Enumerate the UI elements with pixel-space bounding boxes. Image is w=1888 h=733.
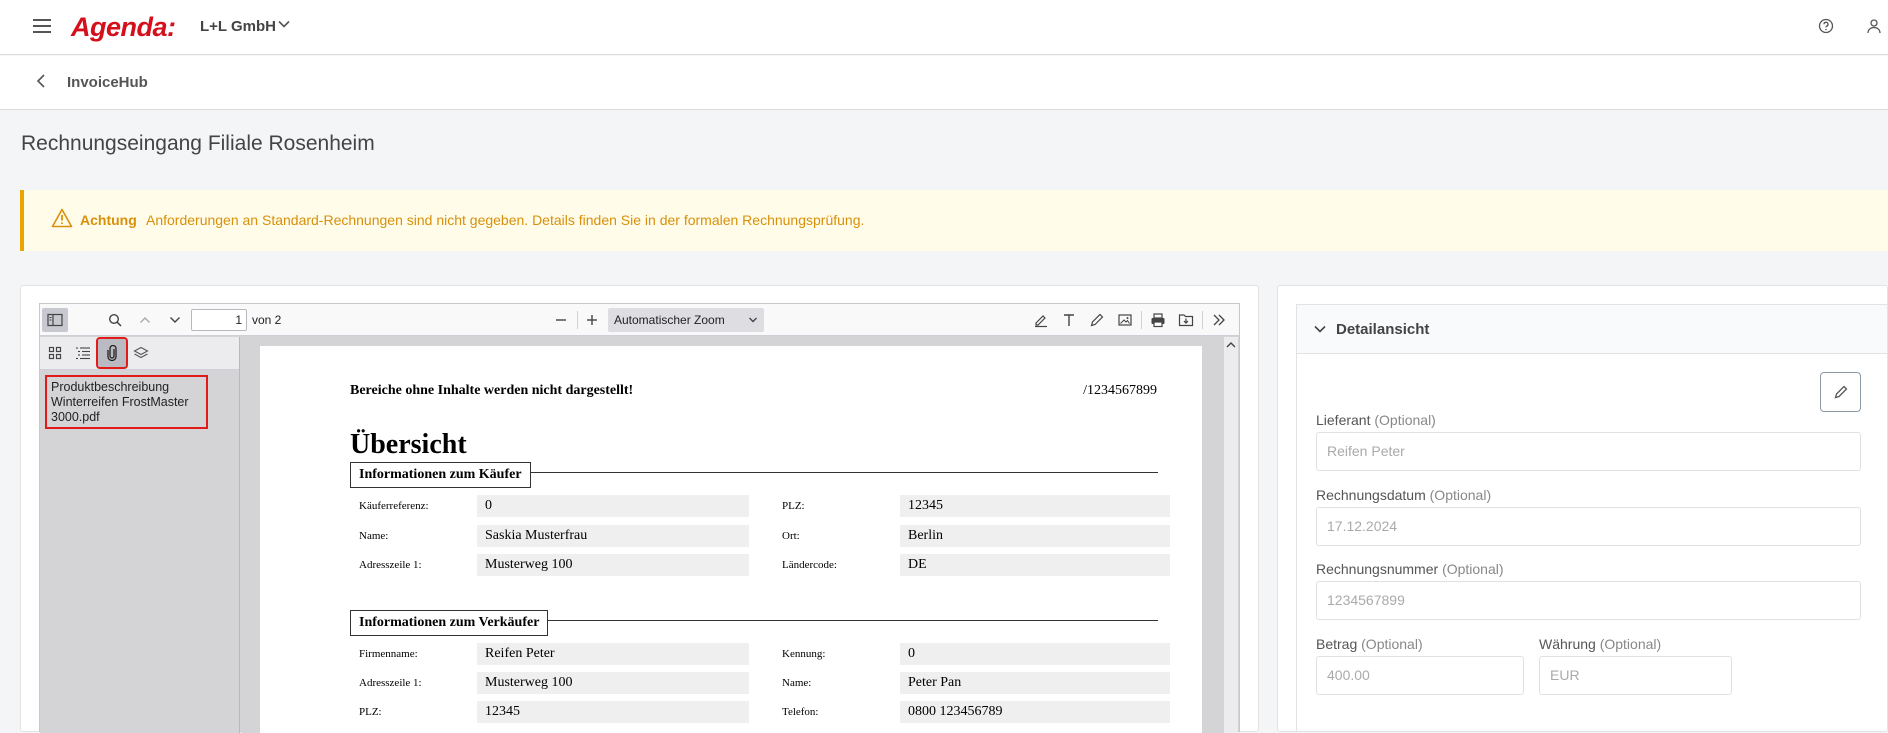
field-value: 12345 xyxy=(900,495,1170,517)
warning-icon xyxy=(51,208,73,228)
field-value: 0 xyxy=(477,495,749,517)
field-label: Ländercode: xyxy=(782,559,837,571)
field-value: 0800 123456789 xyxy=(900,701,1170,723)
back-icon[interactable] xyxy=(34,73,48,89)
seller-section-title: Informationen zum Verkäufer xyxy=(350,610,549,636)
pdf-toolbar: 1 von 2 Automatischer Zoom xyxy=(40,304,1239,336)
field-label: Telefon: xyxy=(782,706,819,718)
field-label: PLZ: xyxy=(359,706,382,718)
image-icon[interactable] xyxy=(1112,308,1138,332)
amount-label: Betrag (Optional) xyxy=(1316,636,1423,652)
zoom-select[interactable]: Automatischer Zoom xyxy=(608,308,764,332)
invoice-number-field[interactable]: 1234567899 xyxy=(1316,581,1861,620)
field-label: Ort: xyxy=(782,530,800,542)
detail-accordion-header[interactable]: Detailansicht xyxy=(1296,304,1888,354)
field-label: Firmenname: xyxy=(359,648,418,660)
field-value: Saskia Musterfrau xyxy=(477,525,749,547)
thumbnails-icon[interactable] xyxy=(41,339,69,367)
toolbar-divider xyxy=(577,311,578,329)
supplier-label: Lieferant (Optional) xyxy=(1316,412,1436,428)
pencil-icon xyxy=(1834,385,1847,399)
user-icon[interactable] xyxy=(1866,18,1882,34)
toolbar-divider xyxy=(1202,311,1203,329)
field-label: Käuferreferenz: xyxy=(359,500,429,512)
alert-heading: Achtung xyxy=(80,212,137,228)
scroll-up-icon[interactable] xyxy=(1226,341,1236,349)
page-count-label: von 2 xyxy=(252,313,282,327)
field-label: Name: xyxy=(359,530,389,542)
field-value: Reifen Peter xyxy=(477,643,749,665)
print-icon[interactable] xyxy=(1145,308,1171,332)
more-tools-icon[interactable] xyxy=(1206,308,1232,332)
field-label: Adresszeile 1: xyxy=(359,677,422,689)
zoom-out-icon[interactable] xyxy=(548,308,574,332)
document-heading: Übersicht xyxy=(350,429,467,460)
alert-message: Anforderungen an Standard-Rechnungen sin… xyxy=(146,212,865,228)
top-bar: Agenda: L+L GmbH xyxy=(0,0,1888,55)
field-value: DE xyxy=(900,554,1170,576)
currency-label: Währung (Optional) xyxy=(1539,636,1662,652)
supplier-field[interactable]: Reifen Peter xyxy=(1316,432,1861,471)
draw-icon[interactable] xyxy=(1084,308,1110,332)
currency-field[interactable]: EUR xyxy=(1539,656,1732,695)
amount-field[interactable]: 400.00 xyxy=(1316,656,1524,695)
attachment-item[interactable]: Produktbeschreibung Winterreifen FrostMa… xyxy=(45,375,208,429)
field-value: Berlin xyxy=(900,525,1170,547)
zoom-value: Automatischer Zoom xyxy=(614,313,725,327)
document-reference: /1234567899 xyxy=(1083,383,1157,398)
help-icon[interactable] xyxy=(1818,18,1834,34)
pdf-viewer: 1 von 2 Automatischer Zoom Produktbeschr… xyxy=(39,303,1240,733)
document-note: Bereiche ohne Inhalte werden nicht darge… xyxy=(350,383,634,398)
buyer-section-title: Informationen zum Käufer xyxy=(350,462,531,488)
field-value: 0 xyxy=(900,643,1170,665)
pdf-sidebar: Produktbeschreibung Winterreifen FrostMa… xyxy=(40,337,240,733)
chevron-down-icon xyxy=(749,317,757,323)
search-icon[interactable] xyxy=(102,308,128,332)
attachments-icon[interactable] xyxy=(96,337,128,369)
invoice-date-label: Rechnungsdatum (Optional) xyxy=(1316,487,1492,503)
field-value: Musterweg 100 xyxy=(477,554,749,576)
field-value: Musterweg 100 xyxy=(477,672,749,694)
detail-title: Detailansicht xyxy=(1336,321,1430,338)
toolbar-divider xyxy=(1141,311,1142,329)
chevron-down-icon[interactable] xyxy=(277,17,291,31)
outline-icon[interactable] xyxy=(69,339,97,367)
page-title: Rechnungseingang Filiale Rosenheim xyxy=(21,132,375,155)
next-page-icon[interactable] xyxy=(162,308,188,332)
app-title[interactable]: InvoiceHub xyxy=(67,74,148,91)
invoice-number-label: Rechnungsnummer (Optional) xyxy=(1316,561,1504,577)
save-icon[interactable] xyxy=(1173,308,1199,332)
field-label: Adresszeile 1: xyxy=(359,559,422,571)
agenda-logo[interactable]: Agenda: xyxy=(71,12,176,43)
sidebar-toolbar xyxy=(40,337,239,370)
invoice-date-field[interactable]: 17.12.2024 xyxy=(1316,507,1861,546)
menu-icon[interactable] xyxy=(33,19,51,33)
sub-header: InvoiceHub xyxy=(0,56,1888,110)
field-label: PLZ: xyxy=(782,500,805,512)
warning-alert: Achtung Anforderungen an Standard-Rechnu… xyxy=(20,190,1888,251)
pdf-scrollbar[interactable] xyxy=(1224,337,1238,733)
company-selector-label[interactable]: L+L GmbH xyxy=(200,18,276,35)
sidebar-toggle-icon[interactable] xyxy=(42,308,68,332)
field-value: Peter Pan xyxy=(900,672,1170,694)
highlight-icon[interactable] xyxy=(1028,308,1054,332)
chevron-down-icon xyxy=(1314,325,1326,333)
page-number-input[interactable]: 1 xyxy=(191,309,247,331)
field-label: Kennung: xyxy=(782,648,826,660)
pdf-document-area: Bereiche ohne Inhalte werden nicht darge… xyxy=(241,337,1238,733)
field-label: Name: xyxy=(782,677,812,689)
zoom-in-icon[interactable] xyxy=(579,308,605,332)
field-value: 12345 xyxy=(477,701,749,723)
layers-icon[interactable] xyxy=(127,339,155,367)
edit-button[interactable] xyxy=(1820,372,1861,412)
pdf-page: Bereiche ohne Inhalte werden nicht darge… xyxy=(260,346,1202,733)
text-tool-icon[interactable] xyxy=(1056,308,1082,332)
previous-page-icon[interactable] xyxy=(132,308,158,332)
